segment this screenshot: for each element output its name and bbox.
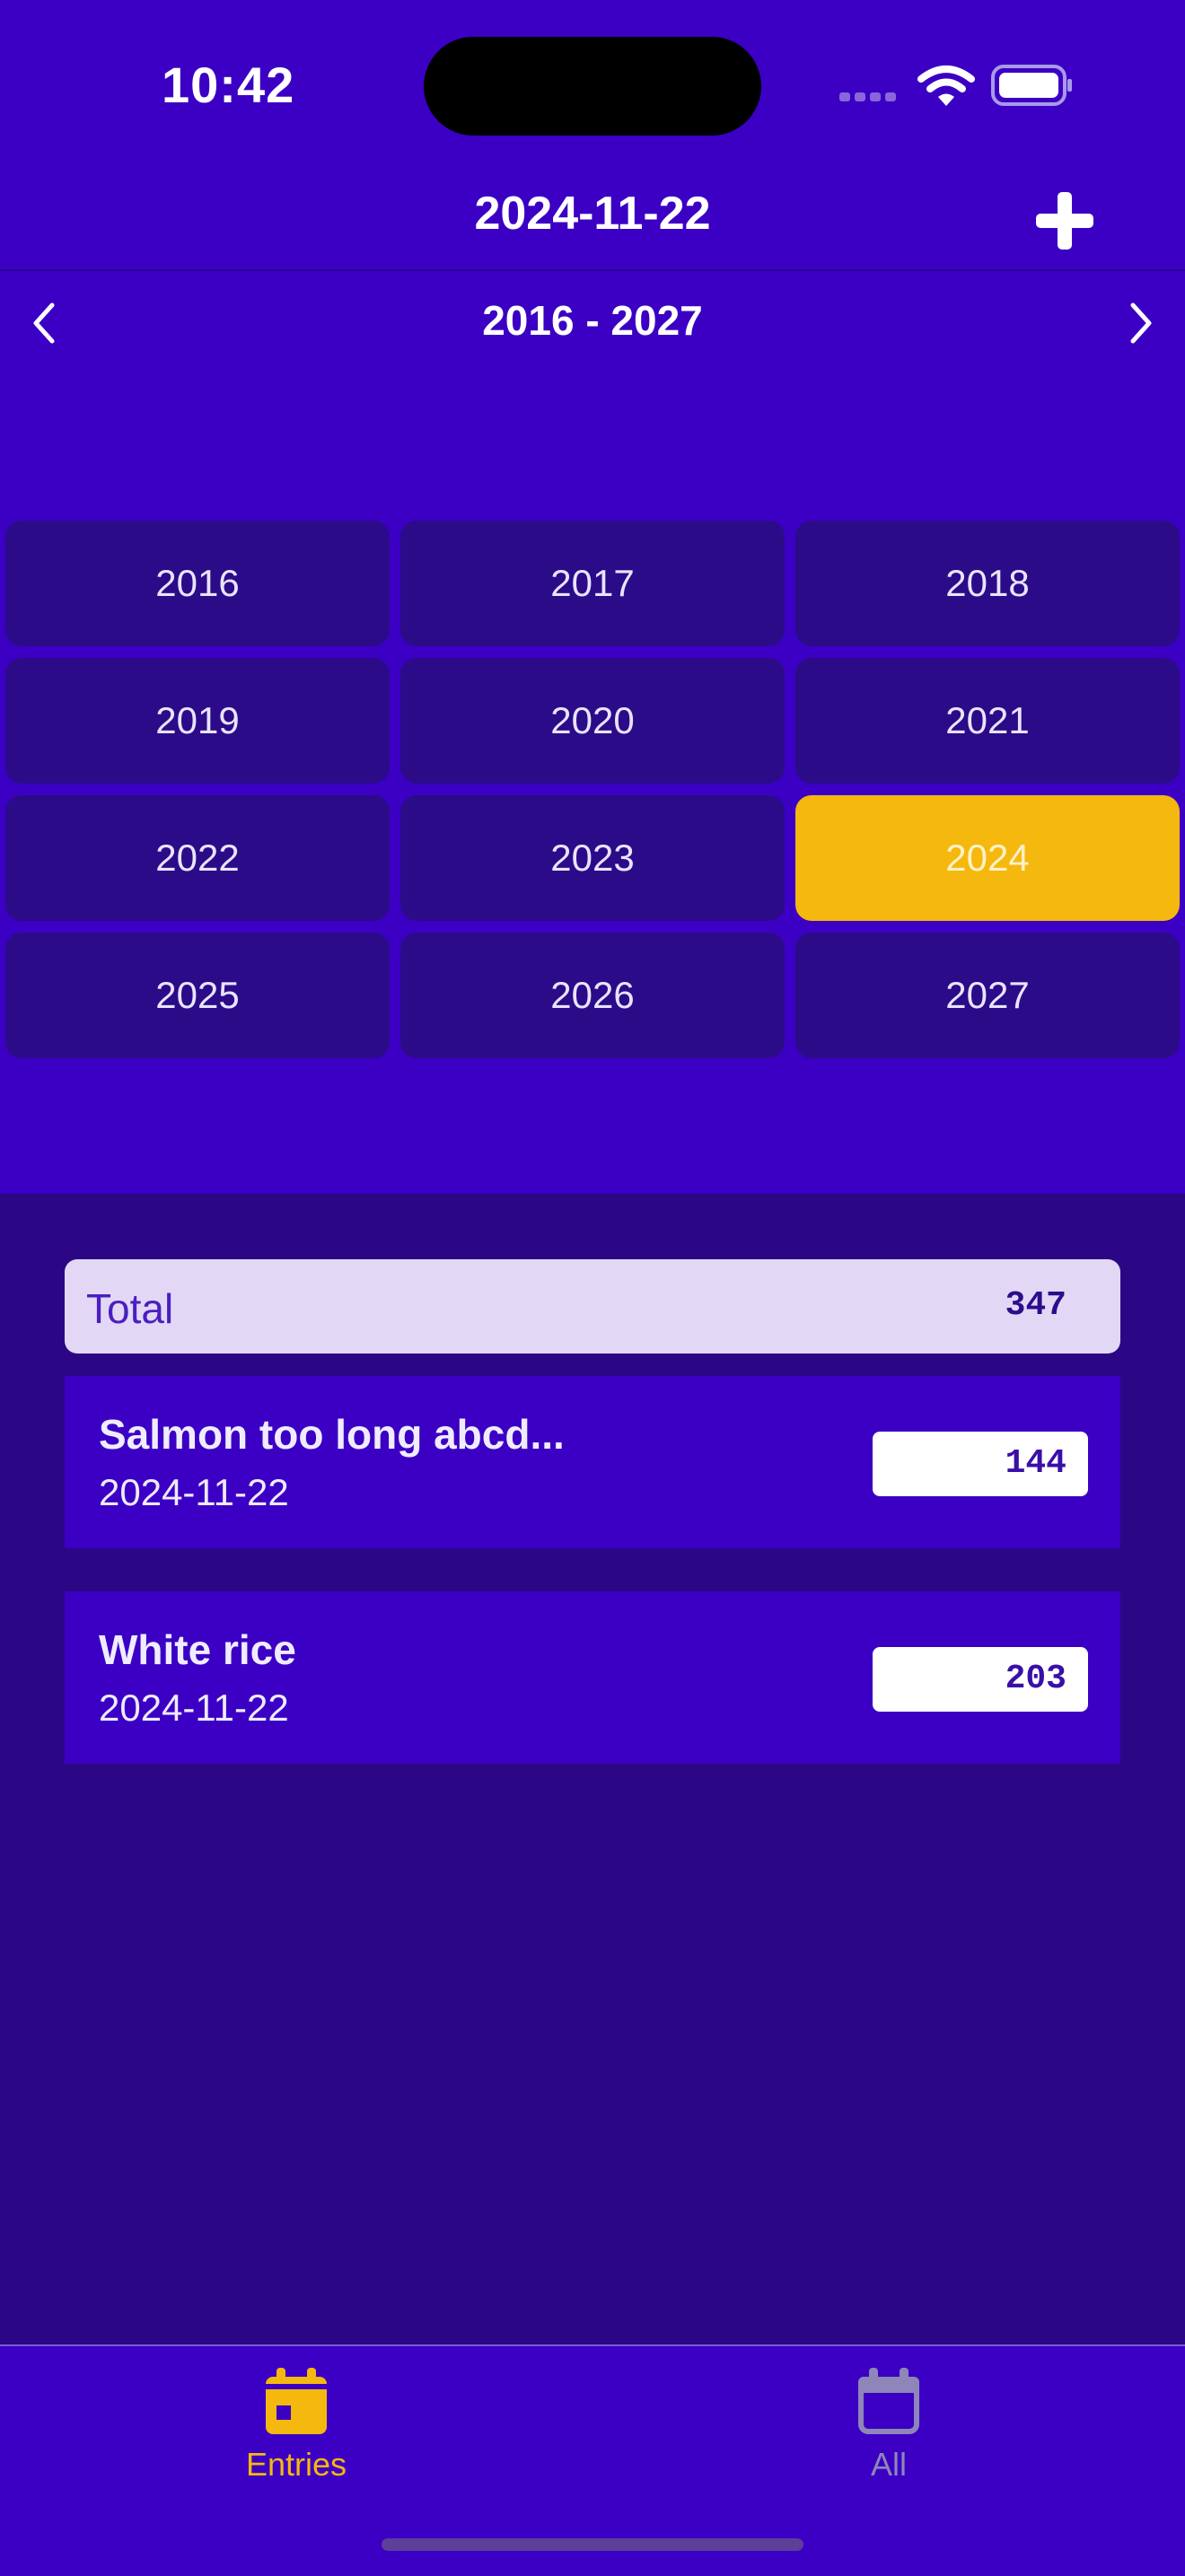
year-cell-2018[interactable]: 2018 (795, 521, 1180, 646)
tab-entries[interactable]: Entries (162, 2366, 431, 2484)
year-cell-2025[interactable]: 2025 (5, 933, 390, 1058)
tab-entries-label: Entries (245, 2446, 347, 2483)
calendar-icon (858, 2368, 919, 2434)
tab-all-label: All (870, 2446, 907, 2483)
year-cell-2023[interactable]: 2023 (400, 795, 785, 921)
tab-all[interactable]: All (754, 2366, 1023, 2484)
total-label: Total (86, 1285, 174, 1332)
total-row: Total 347 (65, 1259, 1120, 1354)
total-value: 347 (1005, 1286, 1066, 1325)
year-cell-2026[interactable]: 2026 (400, 933, 785, 1058)
year-cell-2022[interactable]: 2022 (5, 795, 390, 921)
year-range-label: 2016 - 2027 (482, 297, 703, 344)
entry-card[interactable]: White rice 2024-11-22 203 (65, 1591, 1120, 1764)
entry-value-field[interactable]: 144 (873, 1432, 1088, 1496)
year-cell-2017[interactable]: 2017 (400, 521, 785, 646)
battery-icon (991, 65, 1072, 106)
entry-name: White rice (99, 1626, 296, 1673)
year-cell-2020[interactable]: 2020 (400, 658, 785, 784)
year-cell-2024-selected[interactable]: 2024 (795, 795, 1180, 921)
add-entry-button[interactable] (1031, 187, 1099, 255)
header-divider (0, 269, 1185, 271)
year-cell-2019[interactable]: 2019 (5, 658, 390, 784)
entry-value-field[interactable]: 203 (873, 1647, 1088, 1712)
cellular-signal-icon (839, 90, 902, 102)
dynamic-island (424, 37, 761, 136)
entry-date: 2024-11-22 (99, 1687, 289, 1729)
entry-date: 2024-11-22 (99, 1471, 289, 1513)
calendar-icon (266, 2368, 327, 2434)
home-indicator (382, 2538, 803, 2551)
status-time: 10:42 (162, 57, 295, 113)
entry-card[interactable]: Salmon too long abcd... 2024-11-22 144 (65, 1376, 1120, 1548)
year-cell-2027[interactable]: 2027 (795, 933, 1180, 1058)
chevron-right-icon[interactable] (1113, 296, 1167, 350)
wifi-icon (917, 66, 975, 106)
year-cell-2021[interactable]: 2021 (795, 658, 1180, 784)
entry-name: Salmon too long abcd... (99, 1411, 565, 1458)
year-grid: 2016 2017 2018 2019 2020 2021 2022 2023 … (5, 521, 1180, 1058)
page-title: 2024-11-22 (474, 188, 711, 240)
year-cell-2016[interactable]: 2016 (5, 521, 390, 646)
